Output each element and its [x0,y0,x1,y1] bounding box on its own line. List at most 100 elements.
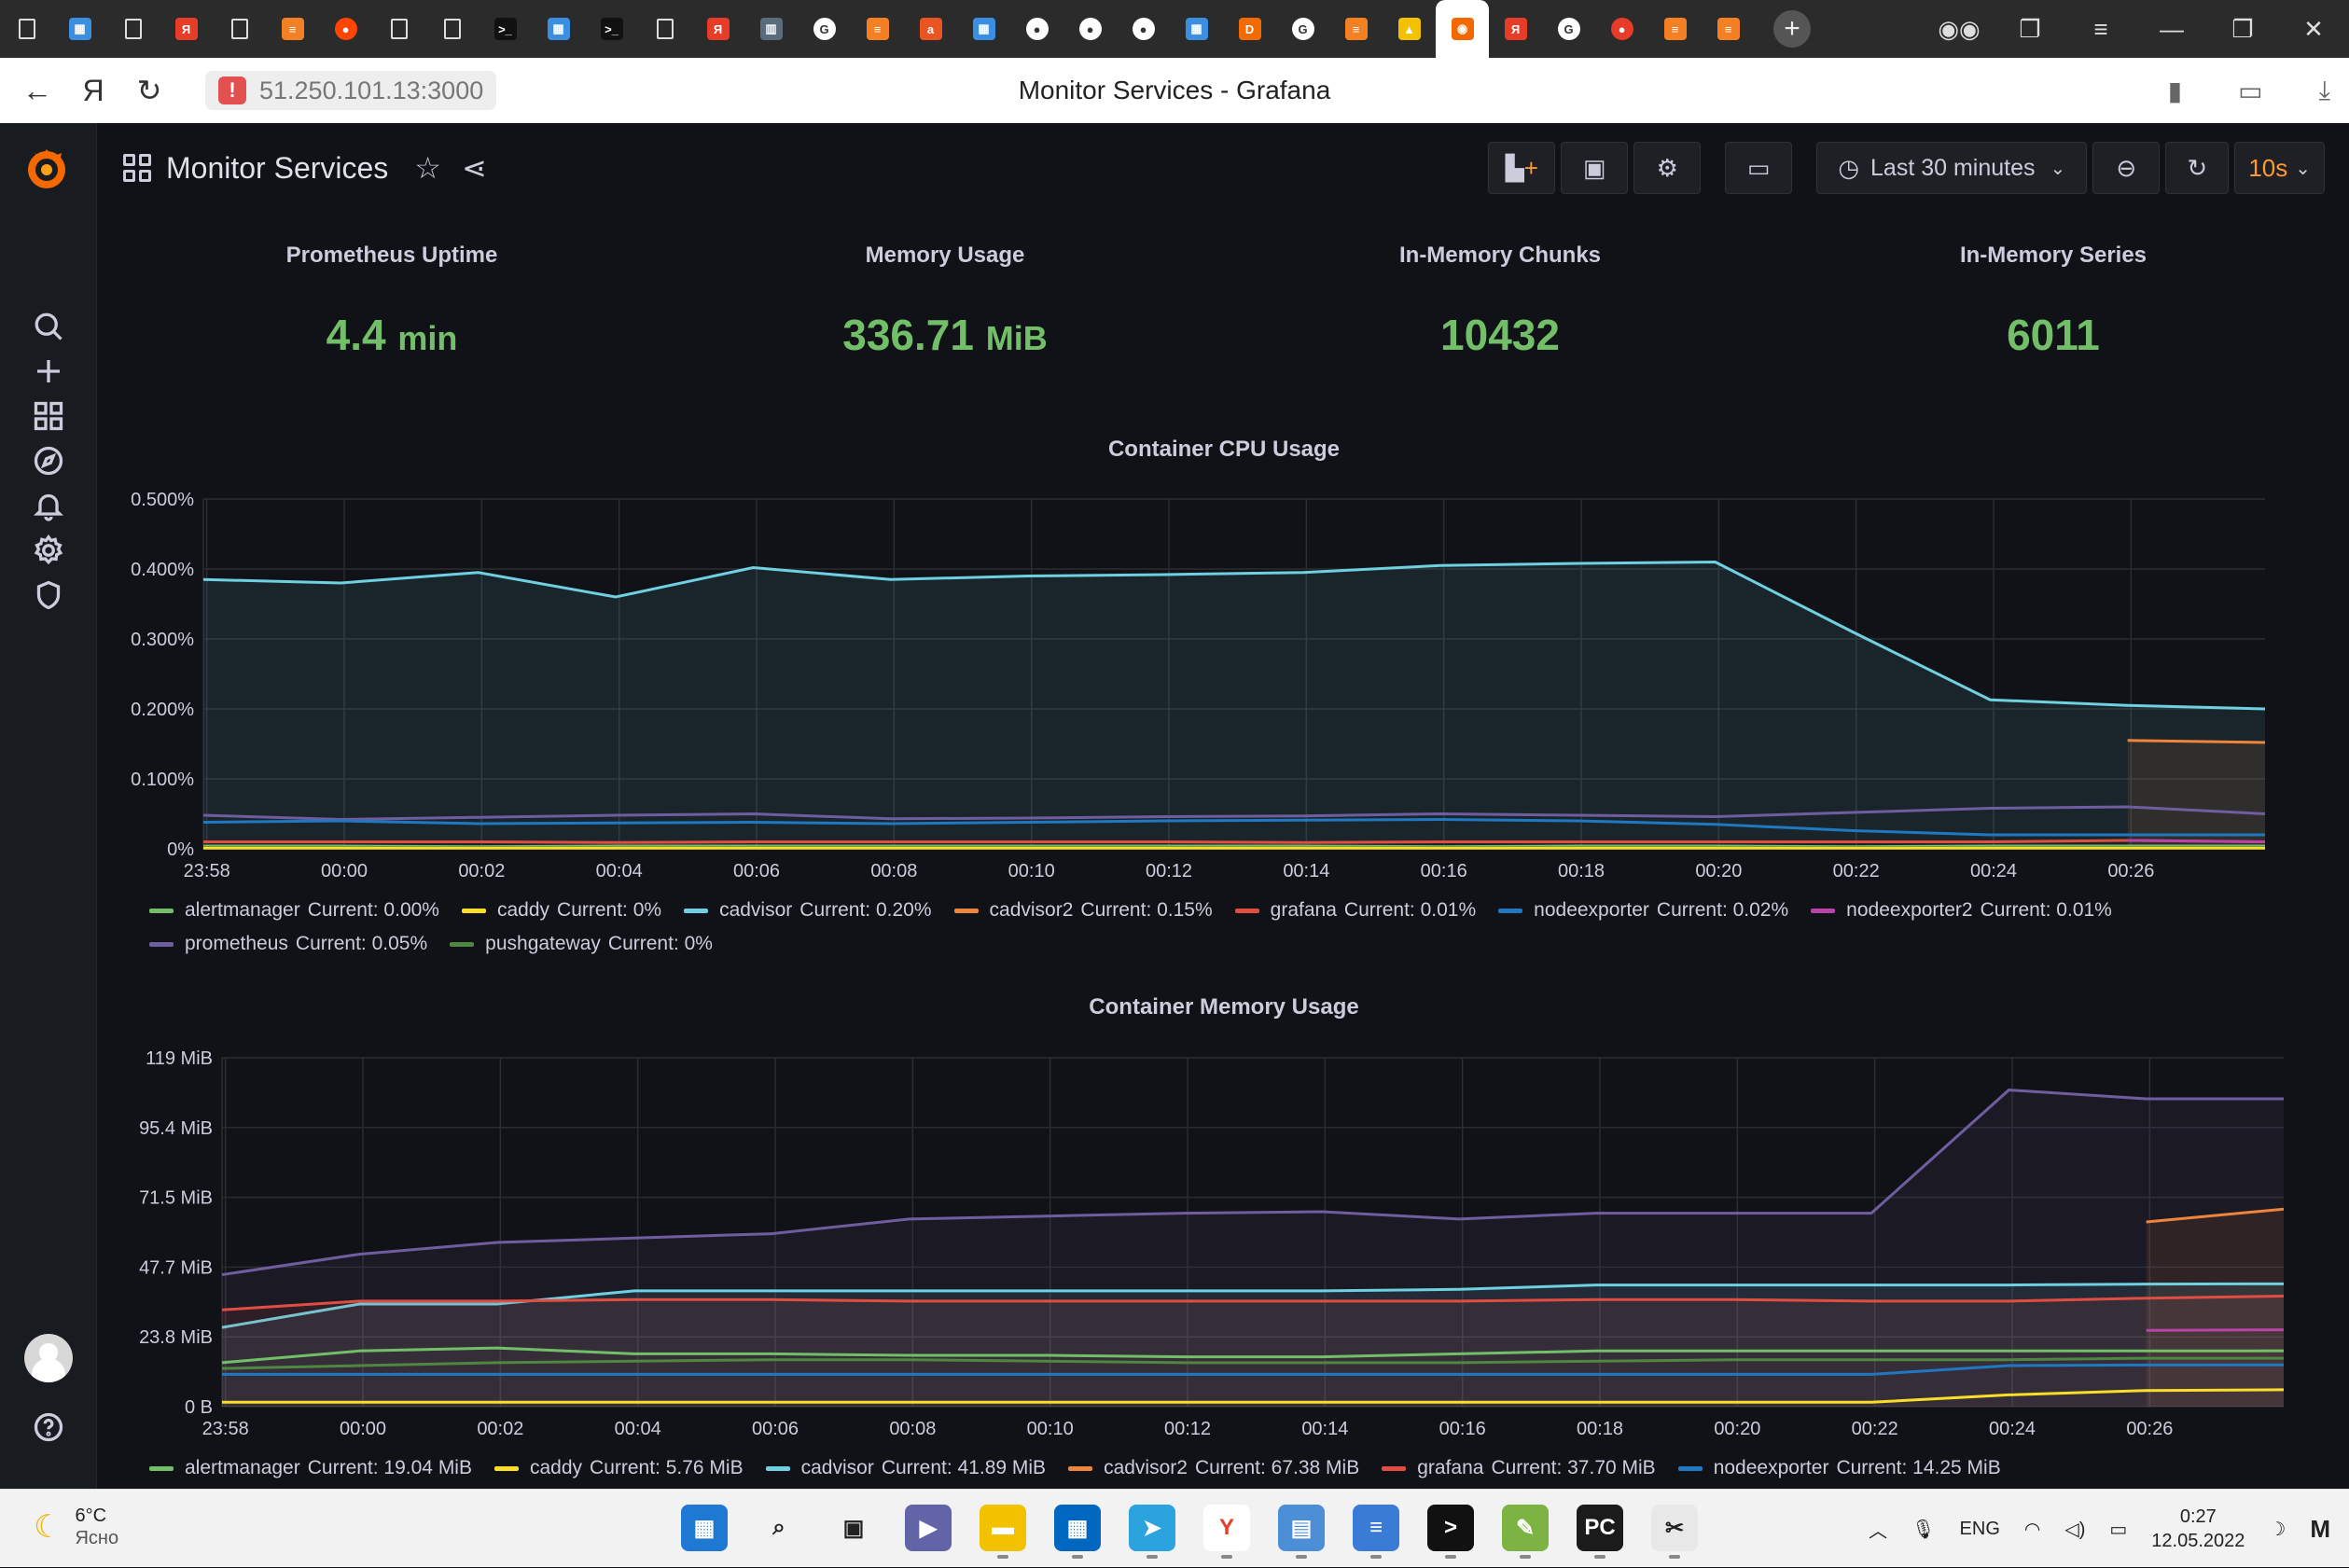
snipping-tool-icon[interactable]: ✂ [1651,1505,1698,1559]
search-icon[interactable] [30,308,67,345]
collections-icon[interactable]: ❐ [1995,15,2065,44]
star-icon[interactable]: ☆ [414,150,441,186]
browser-tab[interactable] [638,0,691,58]
new-tab-button[interactable]: + [1773,10,1811,48]
minimize-button[interactable]: — [2136,15,2207,44]
browser-tab[interactable]: ▦ [1170,0,1223,58]
browser-tab[interactable]: G [798,0,851,58]
telegram-icon[interactable]: ➤ [1129,1505,1175,1559]
browser-tab[interactable]: ● [319,0,372,58]
wifi-icon[interactable]: ◠ [2024,1518,2040,1541]
browser-tab[interactable]: ● [1117,0,1170,58]
legend-item[interactable]: alertmanager Current: 0.00% [149,899,439,922]
browser-tab[interactable]: Я [691,0,744,58]
browser-tab[interactable]: ≡ [1648,0,1702,58]
volume-icon[interactable]: ◁) [2064,1518,2085,1541]
legend-item[interactable]: cadvisor2 Current: 67.38 MiB [1068,1457,1359,1479]
task-view-icon[interactable]: ▣ [830,1505,877,1551]
browser-tab[interactable]: >_ [585,0,638,58]
store-icon[interactable]: ▦ [1054,1505,1101,1559]
legend-item[interactable]: nodeexporter2 Current: 0.01% [1811,899,2112,922]
notifications-icon[interactable]: M [2310,1515,2330,1544]
browser-tab[interactable] [106,0,160,58]
add-panel-button[interactable]: ▙+ [1488,142,1556,194]
browser-tab[interactable]: ▦ [957,0,1010,58]
stat-panel-in-memory-chunks[interactable]: In-Memory Chunks 10432 [1220,243,1780,360]
browser-tab[interactable] [425,0,479,58]
start-icon[interactable]: ▦ [681,1505,728,1551]
share-icon[interactable]: ⋖ [462,150,487,186]
legend-item[interactable]: pushgateway Current: 0% [450,933,713,955]
microphone-icon[interactable]: 🎙 [1911,1518,1935,1541]
browser-tab[interactable]: ● [1595,0,1648,58]
legend-item[interactable]: grafana Current: 37.70 MiB [1382,1457,1656,1479]
legend-item[interactable]: caddy Current: 0% [461,899,661,922]
legend-item[interactable]: nodeexporter Current: 14.25 MiB [1677,1457,2001,1479]
yandex-home-icon[interactable]: Я [65,74,121,108]
legend-item[interactable]: cadvisor2 Current: 0.15% [953,899,1213,922]
refresh-interval-picker[interactable]: 10s ⌄ [2234,142,2325,194]
stat-panel-prometheus-uptime[interactable]: Prometheus Uptime 4.4 min [112,243,672,360]
create-plus-icon[interactable] [30,353,67,390]
close-button[interactable]: ✕ [2278,15,2349,44]
cycle-view-mode-button[interactable]: ▭ [1725,142,1793,194]
teams-icon[interactable]: ▶ [905,1505,952,1551]
help-icon[interactable] [30,1408,67,1446]
browser-tab[interactable]: ▦ [53,0,106,58]
memory-usage-graph[interactable]: 0 B 23.8 MiB 47.7 MiB 71.5 MiB 95.4 MiB 119 M… [112,1034,2349,1446]
zoom-out-button[interactable]: ⊖ [2092,142,2161,194]
terminal-icon[interactable]: > [1427,1505,1474,1559]
dashboards-icon[interactable] [30,397,67,435]
weather-widget[interactable]: ☾ 6°C Ясно [34,1505,118,1549]
explore-compass-icon[interactable] [30,442,67,479]
downloads-icon[interactable]: ⤓ [2319,76,2330,106]
reload-icon[interactable]: ↻ [121,73,177,108]
paint-icon[interactable]: ✎ [1502,1505,1549,1559]
browser-tab[interactable]: ▲ [1383,0,1436,58]
browser-tab[interactable]: ≡ [1702,0,1755,58]
legend-item[interactable]: cadvisor Current: 41.89 MiB [765,1457,1046,1479]
grafana-logo-icon[interactable] [21,142,73,194]
stat-panel-memory-usage[interactable]: Memory Usage 336.71 MiB [665,243,1225,360]
url-field[interactable]: ! 51.250.101.13:3000 [205,71,497,110]
yandex-browser-icon[interactable]: Y [1203,1505,1250,1559]
language-indicator[interactable]: ENG [1960,1519,2000,1540]
browser-tab[interactable]: ◉ [1436,0,1489,58]
browser-tab[interactable]: ≡ [1329,0,1383,58]
cpu-panel-title[interactable]: Container CPU Usage [112,437,2336,463]
control-panel-icon[interactable]: ▤ [1278,1505,1325,1559]
battery-saver-icon[interactable]: ▭ [2238,76,2262,106]
legend-item[interactable]: alertmanager Current: 19.04 MiB [149,1457,472,1479]
legend-item[interactable]: nodeexporter Current: 0.02% [1498,899,1788,922]
browser-tab[interactable]: ≡ [266,0,319,58]
notepad-icon[interactable]: ≡ [1353,1505,1399,1559]
incognito-icon[interactable]: ◉◉ [1924,15,1995,44]
insecure-warning-icon[interactable]: ! [218,76,246,104]
browser-tab[interactable]: Я [1489,0,1542,58]
user-avatar[interactable] [24,1334,73,1382]
browser-tab[interactable]: ▦ [532,0,585,58]
stat-panel-in-memory-series[interactable]: In-Memory Series 6011 [1773,243,2333,360]
dashboard-title[interactable]: Monitor Services [166,151,388,186]
alerting-bell-icon[interactable] [30,487,67,524]
browser-tab[interactable]: ≡ [851,0,904,58]
legend-item[interactable]: caddy Current: 5.76 MiB [493,1457,744,1479]
search-icon[interactable]: ⌕ [756,1505,802,1551]
clock[interactable]: 0:27 12.05.2022 [2151,1505,2245,1553]
dashboard-settings-button[interactable]: ⚙ [1633,142,1702,194]
back-arrow-icon[interactable]: ← [9,74,65,108]
browser-tab[interactable]: G [1542,0,1595,58]
legend-item[interactable]: cadvisor Current: 0.20% [684,899,932,922]
memory-panel-title[interactable]: Container Memory Usage [112,994,2336,1020]
legend-item[interactable]: prometheus Current: 0.05% [149,933,427,955]
legend-item[interactable]: grafana Current: 0.01% [1234,899,1476,922]
refresh-button[interactable]: ↻ [2165,142,2230,194]
battery-icon[interactable]: ▭ [2109,1518,2127,1541]
browser-tab[interactable]: Я [160,0,213,58]
browser-tab[interactable]: ▥ [744,0,798,58]
pycharm-icon[interactable]: PC [1577,1505,1623,1559]
server-admin-shield-icon[interactable] [30,576,67,614]
browser-tab[interactable]: D [1223,0,1276,58]
menu-icon[interactable]: ≡ [2065,15,2136,44]
chevron-up-icon[interactable]: ︿ [1869,1516,1887,1543]
